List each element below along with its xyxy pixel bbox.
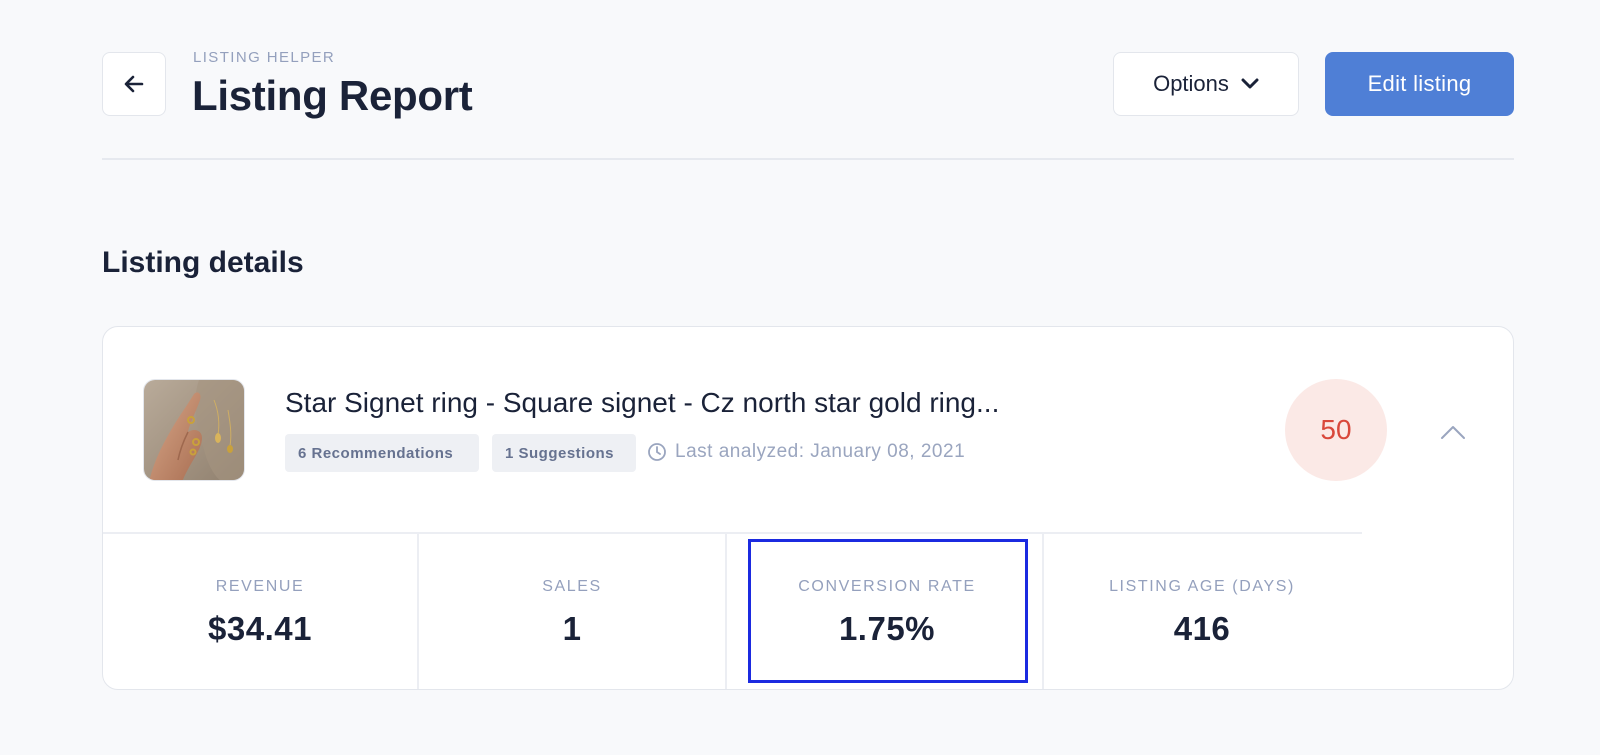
header-divider	[102, 158, 1514, 160]
listing-thumbnail	[143, 379, 245, 481]
stat-divider	[725, 534, 727, 689]
stat-label: REVENUE	[215, 578, 305, 595]
stat-sales: SALES 1	[419, 534, 725, 689]
collapse-button[interactable]	[1435, 417, 1471, 447]
stat-value: 1.75%	[838, 610, 936, 647]
recommendations-badge[interactable]: 6 Recommendations	[285, 434, 479, 472]
last-analyzed: Last analyzed: January 08, 2021	[647, 441, 965, 463]
score-badge: 50	[1285, 379, 1387, 481]
stat-conversion-rate: CONVERSION RATE 1.75%	[737, 534, 1037, 689]
edit-listing-button[interactable]: Edit listing	[1325, 52, 1514, 116]
stat-label: LISTING AGE (DAYS)	[1109, 578, 1295, 595]
page-title: Listing Report	[192, 72, 473, 119]
arrow-left-icon	[124, 75, 144, 93]
listing-report-page: LISTING HELPER Listing Report Options Ed…	[0, 0, 1600, 755]
section-title: Listing details	[102, 246, 304, 279]
back-button[interactable]	[102, 52, 166, 116]
options-label: Options	[1153, 71, 1229, 96]
stat-revenue: REVENUE $34.41	[103, 534, 417, 689]
stat-label: SALES	[542, 578, 602, 595]
last-analyzed-text: Last analyzed: January 08, 2021	[675, 441, 966, 462]
stat-value: 416	[1173, 610, 1231, 647]
stat-listing-age: LISTING AGE (DAYS) 416	[1044, 534, 1360, 689]
stat-value: $34.41	[208, 610, 312, 647]
listing-card: Star Signet ring - Square signet - Cz no…	[102, 326, 1514, 690]
chevron-down-icon	[1241, 78, 1259, 89]
breadcrumb: LISTING HELPER	[193, 49, 336, 66]
options-button[interactable]: Options	[1113, 52, 1299, 116]
suggestions-badge[interactable]: 1 Suggestions	[492, 434, 636, 472]
listing-title[interactable]: Star Signet ring - Square signet - Cz no…	[285, 387, 999, 419]
stat-label: CONVERSION RATE	[798, 578, 976, 595]
clock-icon	[648, 443, 666, 461]
chevron-up-icon	[1441, 426, 1465, 439]
stat-value: 1	[562, 610, 582, 647]
